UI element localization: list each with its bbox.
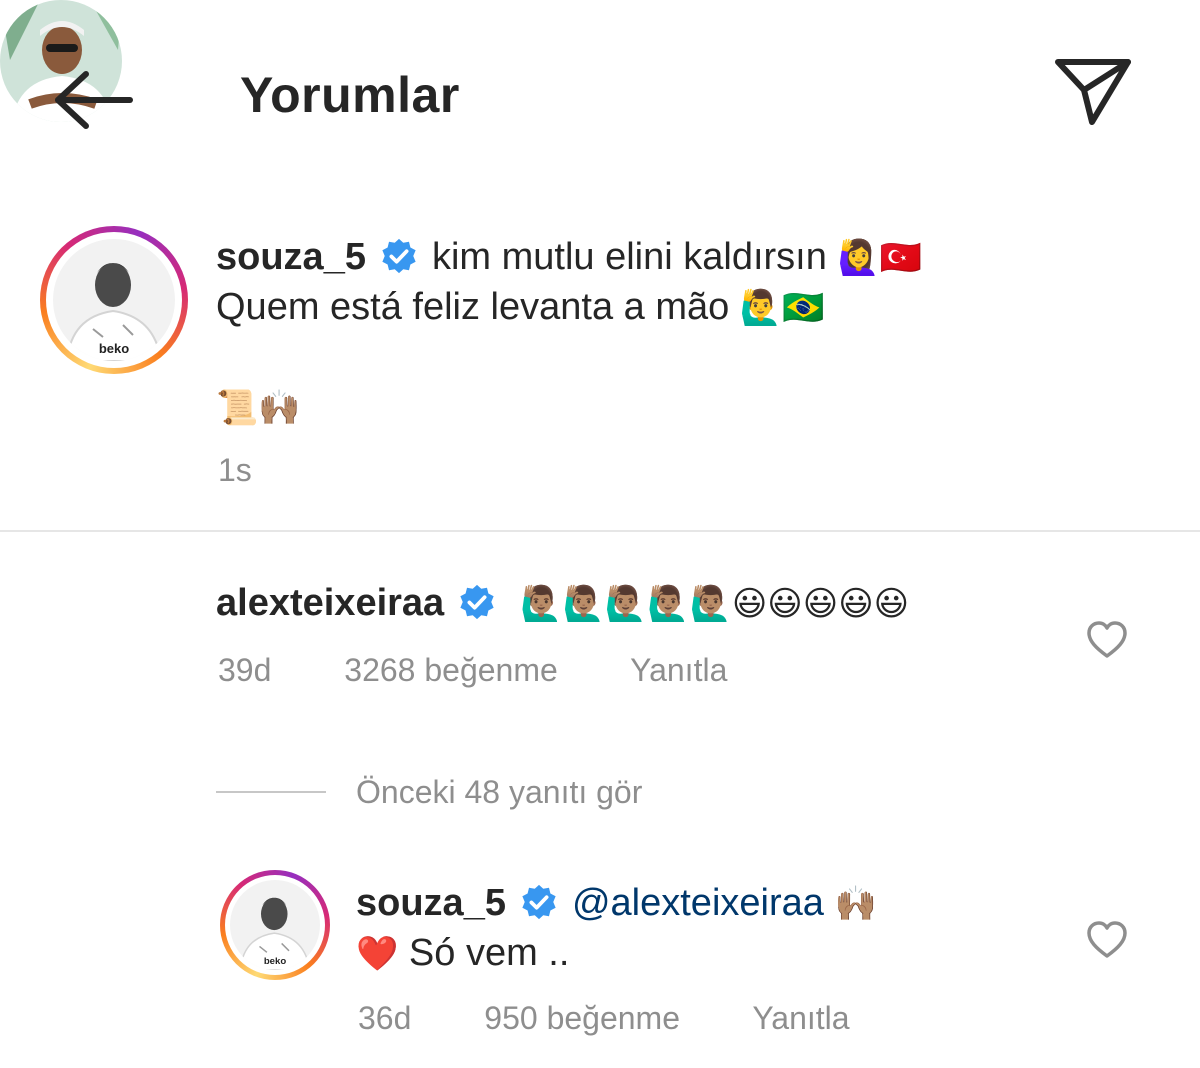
reply-line-2: ❤️ Só vem .. bbox=[356, 930, 569, 977]
verified-badge-icon bbox=[522, 884, 556, 920]
reply-mention-link[interactable]: @alexteixeiraa bbox=[572, 882, 824, 924]
caption-line-1: souza_5 kim mutlu elini kaldırsın 🙋‍♀️🇹🇷 bbox=[216, 234, 922, 281]
caption-emojis-extra: 📜🙌🏽 bbox=[216, 388, 301, 428]
caption-username[interactable]: souza_5 bbox=[216, 236, 366, 278]
heart-outline-icon bbox=[1087, 621, 1127, 658]
comment-meta: 39d 3268 beğenme Yanıtla bbox=[218, 652, 791, 689]
svg-text:beko: beko bbox=[264, 956, 287, 967]
reply-username[interactable]: souza_5 bbox=[356, 882, 506, 924]
avatar: beko bbox=[53, 239, 175, 361]
reply-timestamp: 36d bbox=[358, 1000, 412, 1036]
paper-plane-icon bbox=[1055, 59, 1131, 125]
caption-timestamp: 1s bbox=[218, 452, 252, 488]
arrow-left-icon bbox=[55, 71, 133, 129]
svg-text:beko: beko bbox=[99, 341, 129, 356]
avatar: beko bbox=[230, 880, 320, 970]
caption-emojis-pt: 🙋‍♂️🇧🇷 bbox=[739, 288, 825, 328]
caption-line-2: Quem está feliz levanta a mão 🙋‍♂️🇧🇷 bbox=[216, 284, 825, 331]
view-replies-label: Önceki 48 yanıtı gör bbox=[356, 773, 643, 810]
reply-avatar[interactable]: beko bbox=[220, 870, 330, 980]
reply-likes-link[interactable]: 950 beğenme bbox=[484, 1000, 680, 1036]
header-bar: Yorumlar bbox=[0, 0, 1200, 190]
view-previous-replies-button[interactable]: Önceki 48 yanıtı gör bbox=[216, 770, 642, 814]
page-title: Yorumlar bbox=[240, 67, 460, 123]
caption-meta: 1s bbox=[218, 452, 316, 489]
comment-timestamp: 39d bbox=[218, 652, 272, 688]
caption-text-pt: Quem está feliz levanta a mão bbox=[216, 286, 730, 328]
comment-like-button[interactable] bbox=[1086, 620, 1128, 660]
reply-meta: 36d 950 beğenme Yanıtla bbox=[358, 1000, 914, 1037]
comment-emojis: 🙋🏽‍♂️🙋🏽‍♂️🙋🏽‍♂️🙋🏽‍♂️🙋🏽‍♂️😃😃😃😃😃 bbox=[520, 584, 910, 624]
replies-divider-line bbox=[216, 791, 326, 793]
verified-badge-icon bbox=[460, 584, 494, 620]
divider bbox=[0, 530, 1200, 532]
comment-reply-button[interactable]: Yanıtla bbox=[630, 652, 727, 688]
comment-line: alexteixeiraa 🙋🏽‍♂️🙋🏽‍♂️🙋🏽‍♂️🙋🏽‍♂️🙋🏽‍♂️😃😃… bbox=[216, 580, 909, 627]
reply-heart-emoji: ❤️ bbox=[356, 934, 399, 974]
caption-avatar[interactable]: beko bbox=[40, 226, 188, 374]
back-button[interactable] bbox=[50, 70, 136, 130]
reply-line-1: souza_5 @alexteixeiraa 🙌🏽 bbox=[356, 880, 877, 927]
caption-line-3: 📜🙌🏽 bbox=[216, 384, 301, 431]
caption-emojis-tr: 🙋‍♀️🇹🇷 bbox=[837, 238, 923, 278]
heart-outline-icon bbox=[1087, 921, 1127, 958]
caption-text-tr: kim mutlu elini kaldırsın bbox=[431, 236, 827, 278]
reply-reply-button[interactable]: Yanıtla bbox=[752, 1000, 849, 1036]
reply-text: Só vem .. bbox=[408, 932, 570, 974]
share-button[interactable] bbox=[1052, 56, 1134, 128]
verified-badge-icon bbox=[382, 238, 416, 274]
reply-mention-emoji: 🙌🏽 bbox=[834, 884, 877, 924]
comment-likes-link[interactable]: 3268 beğenme bbox=[344, 652, 558, 688]
comment-username[interactable]: alexteixeiraa bbox=[216, 582, 444, 624]
reply-like-button[interactable] bbox=[1086, 920, 1128, 960]
